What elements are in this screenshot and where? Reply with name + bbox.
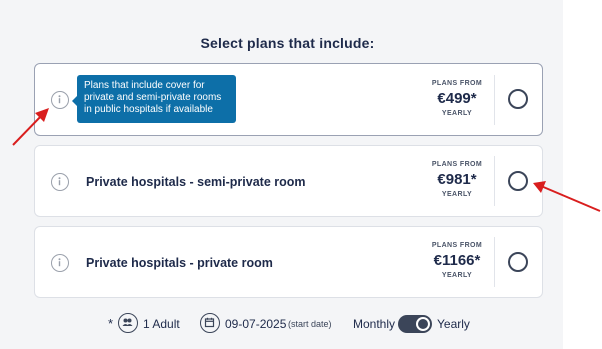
annotation-arrow-info-icon xyxy=(12,108,49,146)
annotation-arrow-radio xyxy=(533,181,601,212)
annotation-arrows xyxy=(12,108,601,212)
